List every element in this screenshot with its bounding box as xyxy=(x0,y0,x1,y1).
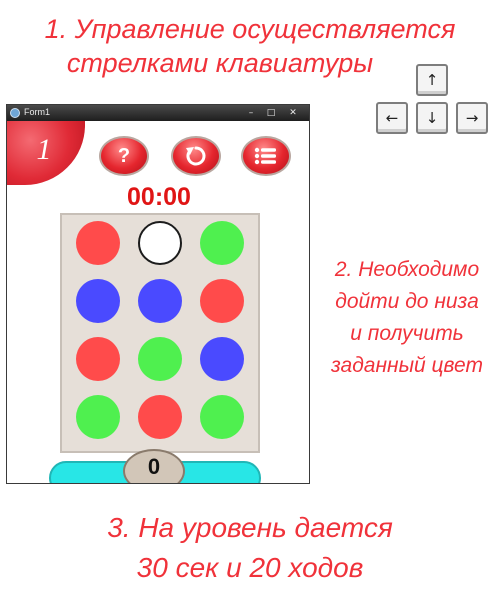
board-cell-blue xyxy=(138,279,182,323)
board-cell-blue xyxy=(200,337,244,381)
menu-button[interactable] xyxy=(241,136,291,176)
board-cell-green xyxy=(200,221,244,265)
instruction-1-line-1: 1. Управление осуществляется xyxy=(44,14,456,44)
board-cell-green xyxy=(200,395,244,439)
window-title: Form1 xyxy=(24,107,51,117)
board-cell-blue xyxy=(76,279,120,323)
moves-counter: 0 xyxy=(147,454,161,479)
window-titlebar[interactable]: Form1 – □ ✕ xyxy=(7,105,309,121)
maximize-button[interactable]: □ xyxy=(263,107,279,118)
timer: 00:00 xyxy=(127,183,191,211)
question-icon: ? xyxy=(117,144,131,167)
minimize-button[interactable]: – xyxy=(243,107,259,118)
level-number: 1 xyxy=(36,133,52,166)
board-cell-red xyxy=(200,279,244,323)
instruction-2-line-1: 2. Необходимо xyxy=(334,258,480,281)
instruction-1-line-2: стрелками клавиатуры xyxy=(66,48,374,78)
close-button[interactable]: ✕ xyxy=(285,107,301,118)
level-badge: 1 xyxy=(7,121,85,185)
board-cell-green xyxy=(138,337,182,381)
menu-list-icon xyxy=(254,147,276,165)
arrow-right-key-icon: → xyxy=(456,102,488,134)
arrow-left-key-icon: ← xyxy=(376,102,408,134)
board-cell-white xyxy=(138,221,182,265)
instruction-3-line-1: 3. На уровень дается xyxy=(107,512,393,543)
board-cell-red xyxy=(138,395,182,439)
board-cell-green xyxy=(76,395,120,439)
help-button[interactable]: ? xyxy=(99,136,149,176)
arrow-down-key-icon: ↓ xyxy=(416,102,448,134)
instruction-2-line-3: и получить xyxy=(350,322,464,345)
restart-icon xyxy=(186,146,206,166)
arrow-up-key-icon: ↑ xyxy=(416,64,448,96)
instruction-2-line-4: заданный цвет xyxy=(330,354,483,377)
game-window: Form1 – □ ✕ 1 ? 00:00 0 xyxy=(6,104,310,484)
instruction-2-line-2: дойти до низа xyxy=(335,290,479,313)
restart-button[interactable] xyxy=(171,136,221,176)
board-cell-red xyxy=(76,221,120,265)
board-cell-red xyxy=(76,337,120,381)
instruction-3-line-2: 30 сек и 20 ходов xyxy=(136,552,364,583)
app-icon xyxy=(10,108,20,118)
game-board xyxy=(60,213,260,453)
